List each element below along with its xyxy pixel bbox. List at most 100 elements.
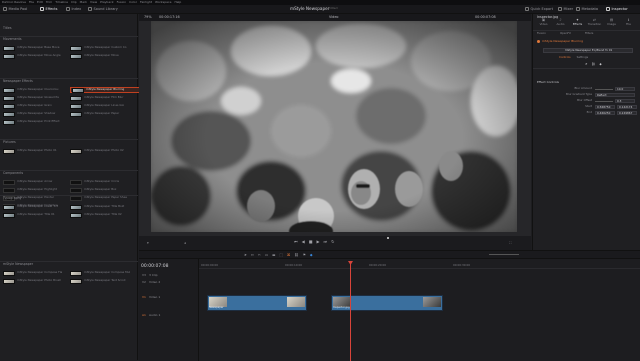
go-to-end-icon[interactable]: ⏭ [324,239,328,245]
link-icon[interactable]: ⛓ [592,62,596,66]
effect-item[interactable]: mStyle Newspaper Shadow [3,111,69,117]
zoom-slider[interactable] [489,254,519,255]
link-clips-icon[interactable]: ⛓ [294,253,298,257]
effect-item[interactable]: mStyle Newspaper Move Angle [3,53,69,59]
quick-export-button[interactable]: Quick Export [525,6,553,11]
effect-item[interactable]: mStyle Newspaper Film Blur [70,95,136,101]
subtab-filters[interactable]: Filters [585,31,593,35]
menu-workspace[interactable]: Workspace [155,0,171,4]
reverse-icon[interactable]: ◀ [302,239,305,245]
mixer-button[interactable]: Mixer [558,6,573,11]
media-pool-button[interactable]: Media Pool [3,6,27,11]
settings-button[interactable]: Settings [577,55,588,59]
section-header[interactable]: Newspaper Effects [3,79,33,84]
effect-controls-title[interactable]: Effect Controls [537,80,559,84]
effect-item[interactable]: mStyle Newspaper Glowed Pa [3,95,69,101]
section-header[interactable]: Components [3,171,23,176]
param-value-field[interactable]: 0.249867 [617,110,637,115]
metadata-button[interactable]: Metadata [576,6,598,11]
menu-clip[interactable]: Clip [71,0,77,4]
section-header[interactable]: Movements [3,37,22,42]
track-header-a1[interactable]: A1 Audio 1 [142,313,160,317]
loop-icon[interactable]: ↻ [331,239,334,245]
stop-icon[interactable]: ■ [309,239,313,245]
play-icon[interactable]: ▶ [316,239,319,245]
effect-item[interactable]: mStyle Newspaper Photo 01 [3,148,69,154]
insert-icon[interactable]: ▭ [265,253,268,257]
effects-button[interactable]: Effects [40,6,57,11]
effect-item[interactable]: mStyle Newspaper Title 01 [3,212,69,218]
effect-item[interactable]: mStyle Newspaper Photo 02 [70,148,136,154]
menu-help[interactable]: Help [174,0,181,4]
track-header-v2[interactable]: V2 Video 2 [142,280,160,284]
track-header-v1[interactable]: V1 Video 1 [142,295,160,299]
overwrite-icon[interactable]: ▬ [272,253,275,257]
effect-item[interactable]: mStyle Newspaper Print Effect [3,119,69,125]
preset-field[interactable]: mStyle Newspaper Eq Blend fx 01 [543,48,633,53]
controls-button[interactable]: Controls [559,55,571,59]
effect-item[interactable]: mStyle Newspaper Blurring [70,87,140,93]
effect-item[interactable]: mStyle Newspaper Photo Brush [3,278,69,284]
effect-item[interactable]: mStyle Newspaper Base Move [3,45,69,51]
section-header[interactable]: Pictures [3,140,16,145]
menu-fairlight[interactable]: Fairlight [140,0,152,4]
param-select[interactable]: Reflect [595,92,635,97]
param-value-field[interactable]: 0.3 [615,98,635,103]
trim-tool-icon[interactable]: ⇔ [251,253,254,257]
subtab-openfx[interactable]: OpenFX [560,31,571,35]
effect-item[interactable]: mStyle Newspaper Text Scroll [70,278,136,284]
audio-icon[interactable]: ◂ [184,241,186,245]
menu-app[interactable]: DaVinci Resolve [2,0,26,4]
param-slider[interactable] [595,100,613,102]
effect-enable-icon[interactable] [537,40,540,44]
effect-item[interactable]: mStyle Newspaper Compose Fla [3,270,69,276]
blade-tool-icon[interactable]: ✂ [258,253,261,257]
viewer-clip-name[interactable]: Video [329,15,339,20]
menu-edit[interactable]: Edit [37,0,43,4]
param-value-field[interactable]: 0.568750 [595,104,615,109]
effect-item[interactable]: mStyle Newspaper Box [70,187,136,193]
section-header[interactable]: Typography [3,196,22,201]
timeline-clip[interactable]: Newspaper [207,295,307,311]
effect-item[interactable]: mStyle Newspaper Lower 3rd [3,204,69,210]
effect-item[interactable]: mStyle Newspaper Title Bold [70,204,136,210]
menu-trim[interactable]: Trim [46,0,52,4]
keyframe-icon[interactable]: ◆ [599,62,601,66]
effect-item[interactable]: mStyle Newspaper Compose Mul [70,270,136,276]
titles-header[interactable]: Titles [3,26,12,31]
effect-item[interactable]: mStyle Newspaper Overcolou [3,87,69,93]
effect-item[interactable]: mStyle Newspaper Circle [70,179,136,185]
param-value-field[interactable]: 0.142174 [617,104,637,109]
effect-item[interactable]: mStyle Newspaper Title 02 [70,212,136,218]
track-header-v3[interactable]: V3 3 Clip [142,273,158,277]
effect-item[interactable]: mStyle Newspaper Custom Co [70,45,136,51]
playhead[interactable] [350,261,351,361]
effect-item[interactable]: mStyle Newspaper Grain [3,103,69,109]
menu-file[interactable]: File [29,0,34,4]
menu-color[interactable]: Color [129,0,137,4]
effect-item[interactable]: mStyle Newspaper Lines Glo [70,103,136,109]
menu-fusion[interactable]: Fusion [117,0,127,4]
sound-library-button[interactable]: Sound Library [88,6,118,11]
zoom-level[interactable]: 79% [144,15,152,20]
replace-icon[interactable]: ⬚ [279,253,282,257]
menu-playback[interactable]: Playback [100,0,113,4]
param-slider[interactable] [595,88,613,90]
index-button[interactable]: Index [66,6,81,11]
param-value-field[interactable]: 0.466250 [595,110,615,115]
section-header[interactable]: mStyle Newspaper [3,262,33,267]
scrub-marker[interactable] [387,237,389,239]
effect-item[interactable]: mStyle Newspaper Highlight [3,187,69,193]
effect-item[interactable]: mStyle Newspaper Paper [70,111,136,117]
effect-item[interactable]: mStyle Newspaper Arrow [3,179,69,185]
param-value-field[interactable]: 10.0 [615,86,635,91]
effect-header[interactable]: mStyle Newspaper Blurring [537,39,583,44]
menu-timeline[interactable]: Timeline [55,0,68,4]
selection-tool-icon[interactable]: ➤ [244,253,247,257]
reset-icon[interactable]: ↺ [585,62,588,66]
fullscreen-icon[interactable]: ⛶ [509,241,511,245]
effect-item[interactable]: mStyle Newspaper Move [70,53,136,59]
marker-icon[interactable]: ◆ [310,253,313,257]
menu-mark[interactable]: Mark [80,0,87,4]
flag-icon[interactable]: ⚑ [303,253,306,257]
